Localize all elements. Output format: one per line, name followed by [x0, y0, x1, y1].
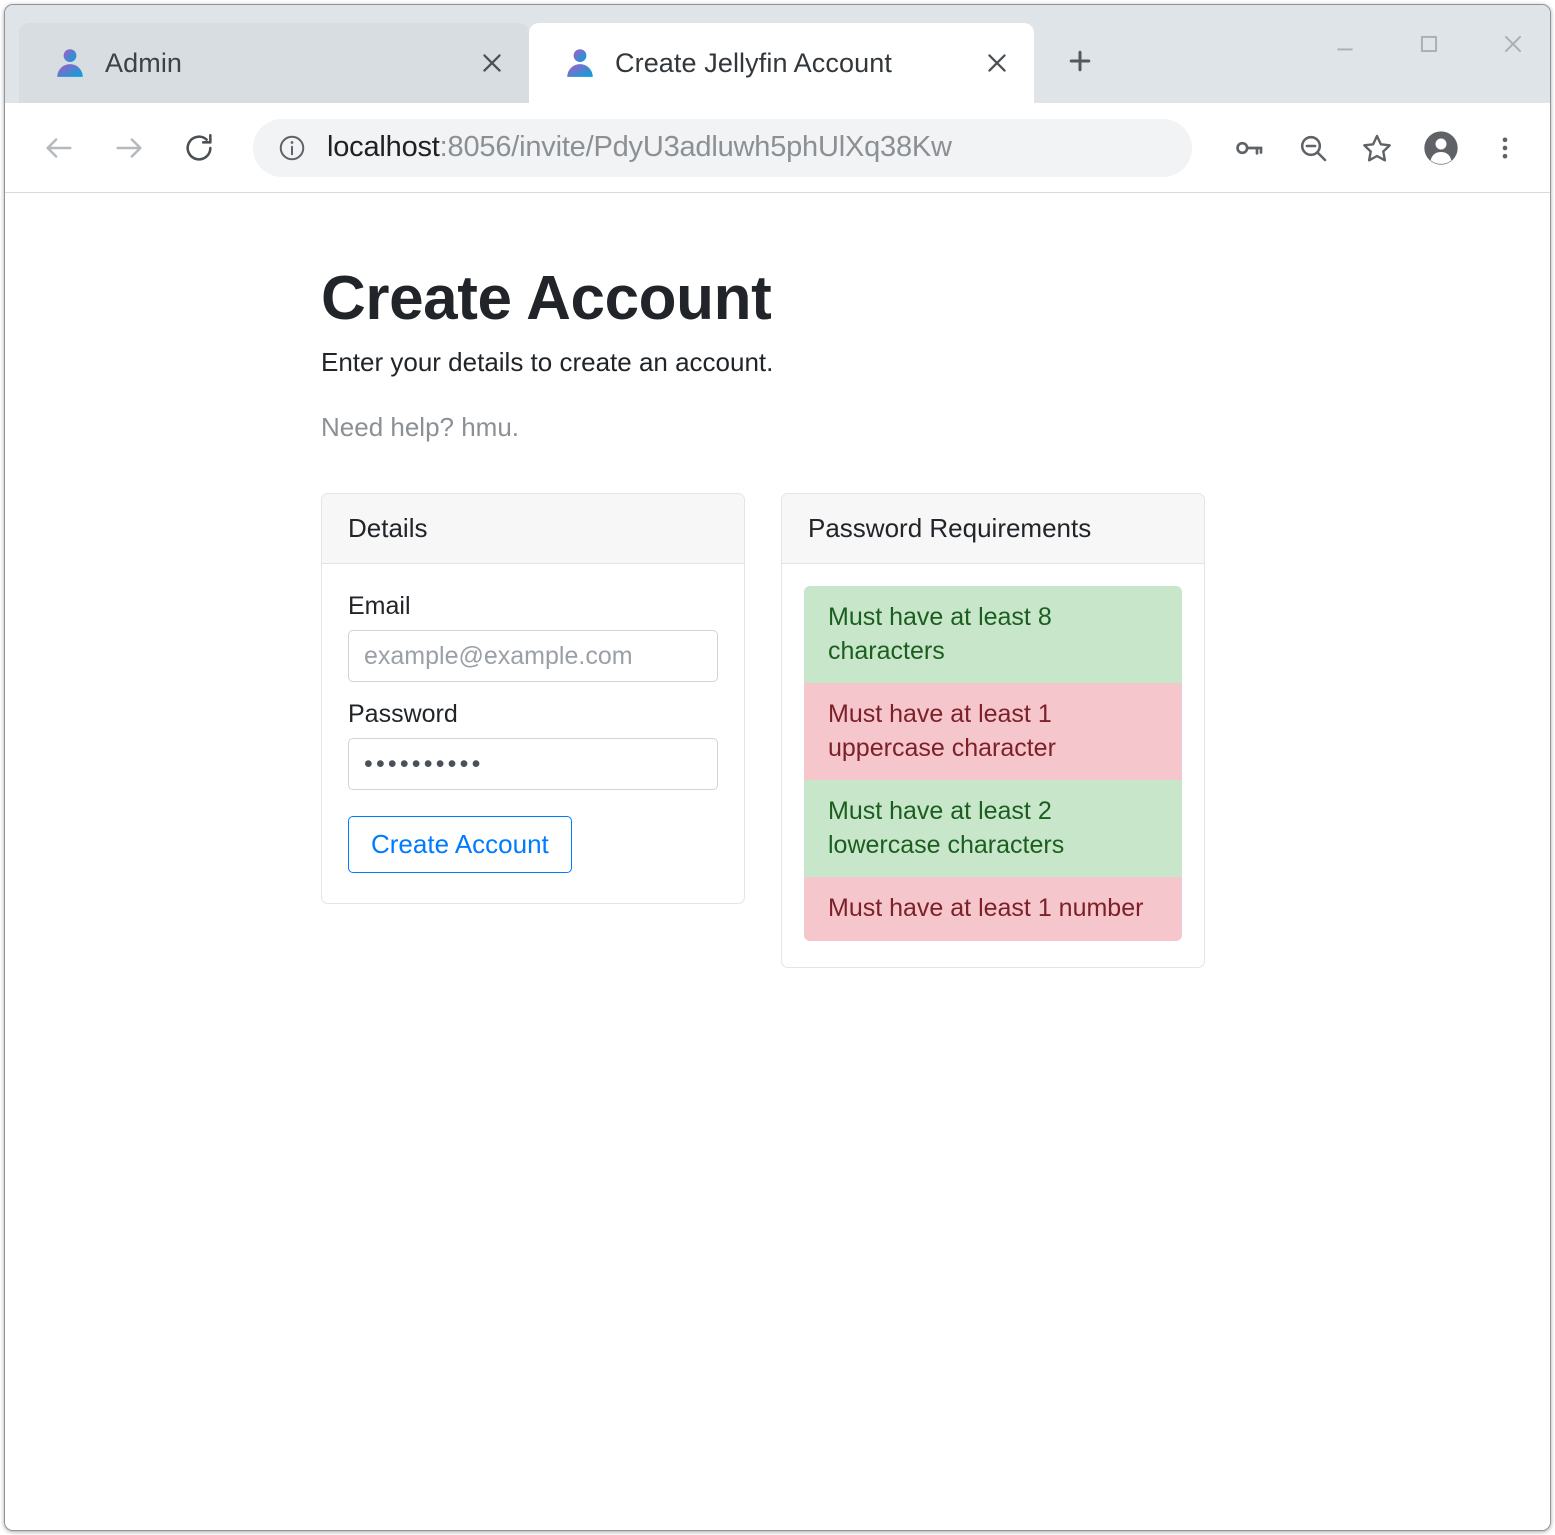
cards-row: Details Email Password •••••••••• — [321, 493, 1550, 968]
tab-create-jellyfin-account[interactable]: Create Jellyfin Account — [529, 23, 1034, 103]
tab-strip: Admin — [5, 5, 1550, 103]
close-icon[interactable] — [471, 42, 513, 84]
page-lead-text: Enter your details to create an account. — [321, 347, 1550, 378]
page-title: Create Account — [321, 265, 1550, 333]
details-card-body: Email Password •••••••••• Create Account — [322, 564, 744, 903]
address-bar[interactable]: localhost:8056/invite/PdyU3adluwh5phUlXq… — [253, 119, 1192, 177]
password-requirements-list: Must have at least 8 characters Must hav… — [804, 586, 1182, 941]
close-button[interactable] — [1484, 19, 1542, 69]
password-requirements-body: Must have at least 8 characters Must hav… — [782, 564, 1204, 967]
browser-toolbar: localhost:8056/invite/PdyU3adluwh5phUlXq… — [5, 103, 1550, 193]
list-item: Must have at least 1 uppercase character — [804, 683, 1182, 780]
email-field-group: Email — [348, 592, 718, 682]
requirement-text: Must have at least 8 characters — [828, 603, 1052, 665]
jellyfin-user-icon — [53, 46, 87, 80]
requirement-text: Must have at least 1 number — [828, 894, 1143, 922]
maximize-button[interactable] — [1400, 19, 1458, 69]
password-label: Password — [348, 700, 718, 729]
password-requirements-header: Password Requirements — [782, 494, 1204, 564]
page-help-text: Need help? hmu. — [321, 412, 1550, 443]
details-card-header: Details — [322, 494, 744, 564]
screenshot-root: Admin — [0, 0, 1555, 1535]
email-input[interactable] — [348, 630, 718, 682]
info-circle-icon[interactable] — [275, 131, 309, 165]
back-icon[interactable] — [31, 120, 87, 176]
bookmark-star-icon[interactable] — [1350, 121, 1404, 175]
page-content: Create Account Enter your details to cre… — [5, 193, 1550, 968]
password-input[interactable]: •••••••••• — [348, 738, 718, 790]
list-item: Must have at least 2 lowercase character… — [804, 780, 1182, 877]
list-item: Must have at least 1 number — [804, 877, 1182, 941]
requirement-text: Must have at least 2 lowercase character… — [828, 797, 1064, 859]
page-viewport: Create Account Enter your details to cre… — [5, 193, 1550, 1530]
close-icon[interactable] — [976, 42, 1018, 84]
list-item: Must have at least 8 characters — [804, 586, 1182, 683]
jellyfin-user-icon — [563, 46, 597, 80]
zoom-out-icon[interactable] — [1286, 121, 1340, 175]
tab-title: Create Jellyfin Account — [615, 48, 976, 79]
forward-icon[interactable] — [101, 120, 157, 176]
url-host: localhost — [327, 131, 440, 163]
details-card: Details Email Password •••••••••• — [321, 493, 745, 904]
new-tab-button[interactable] — [1052, 33, 1108, 89]
password-key-icon[interactable] — [1222, 121, 1276, 175]
password-field-group: Password •••••••••• — [348, 700, 718, 790]
browser-window: Admin — [4, 4, 1551, 1531]
tab-title: Admin — [105, 48, 471, 79]
requirement-text: Must have at least 1 uppercase character — [828, 700, 1056, 762]
window-controls — [1316, 19, 1542, 69]
password-masked-value: •••••••••• — [364, 752, 484, 777]
email-label: Email — [348, 592, 718, 621]
three-dot-menu-icon[interactable] — [1478, 121, 1532, 175]
tab-admin[interactable]: Admin — [19, 23, 529, 103]
password-requirements-card: Password Requirements Must have at least… — [781, 493, 1205, 968]
create-account-button[interactable]: Create Account — [348, 816, 572, 873]
reload-icon[interactable] — [171, 120, 227, 176]
url-path: :8056/invite/PdyU3adluwh5phUlXq38Kw — [440, 131, 952, 163]
minimize-button[interactable] — [1316, 19, 1374, 69]
profile-avatar-icon[interactable] — [1414, 121, 1468, 175]
url-text: localhost:8056/invite/PdyU3adluwh5phUlXq… — [327, 131, 952, 164]
